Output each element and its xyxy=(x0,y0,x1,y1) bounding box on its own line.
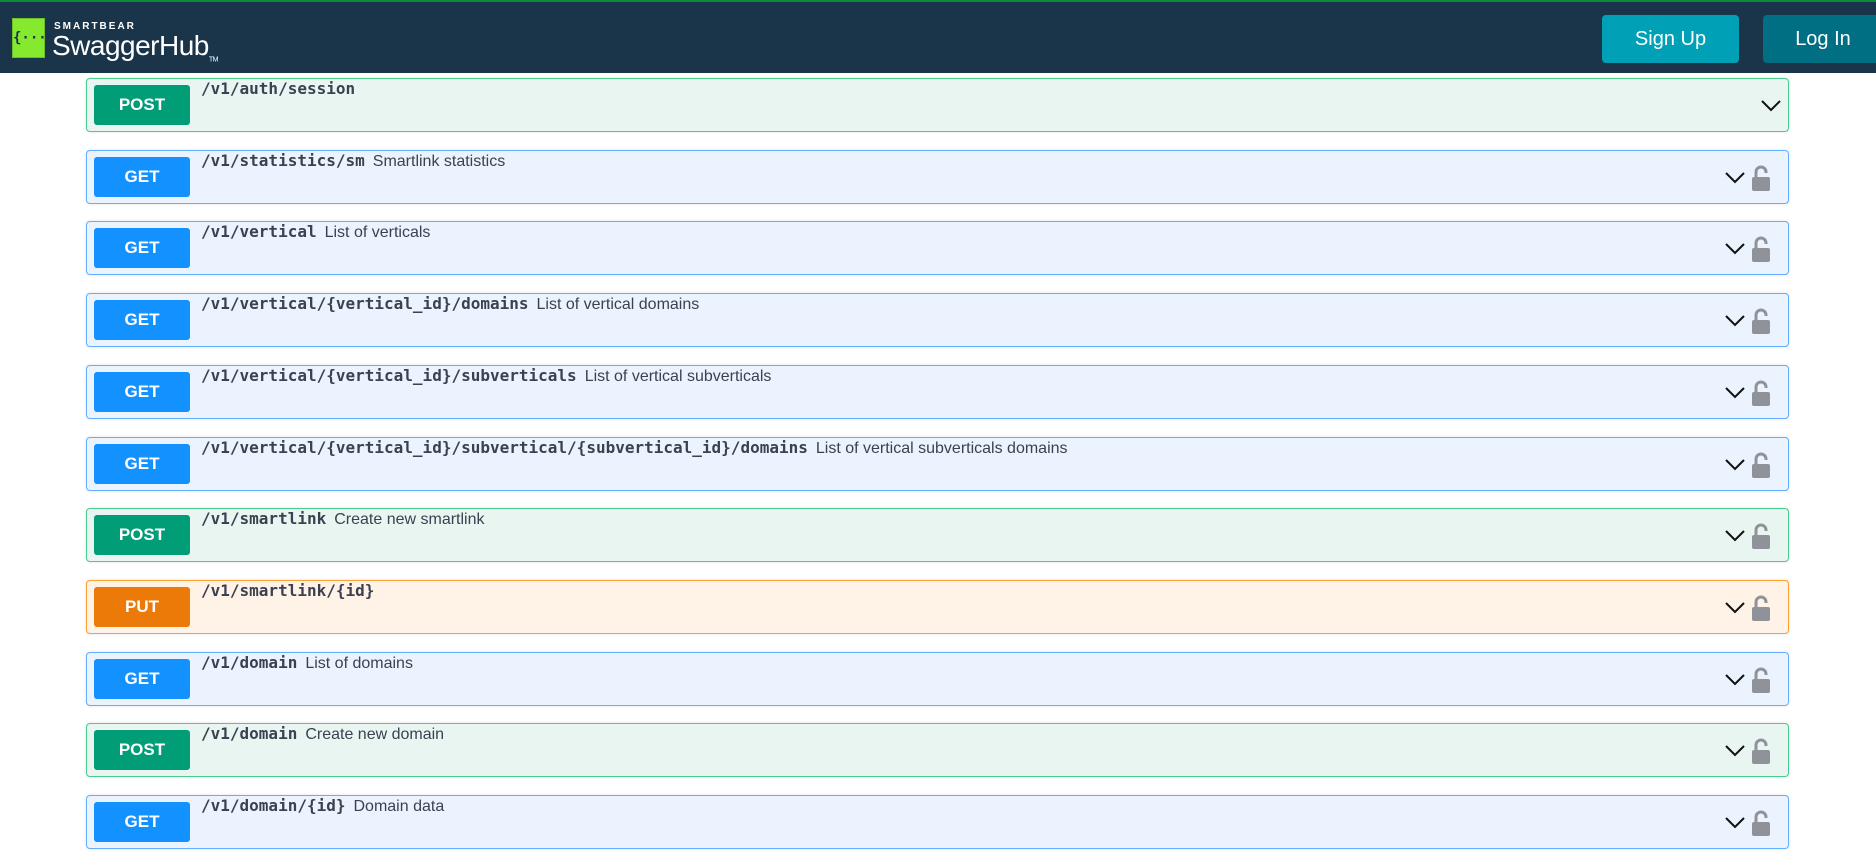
chevron-down-icon[interactable] xyxy=(1724,812,1746,832)
operation-summary[interactable]: /v1/vertical/{vertical_id}/domains List o… xyxy=(201,294,699,314)
operation-summary[interactable]: /v1/domain/{id} Domain data xyxy=(201,796,444,816)
operation-post[interactable]: POST /v1/domain Create new domain xyxy=(86,723,1789,778)
operation-put[interactable]: PUT /v1/smartlink/{id} xyxy=(86,579,1789,634)
operation-path: /v1/vertical/{vertical_id}/domains xyxy=(201,294,529,314)
operation-summary[interactable]: /v1/vertical List of verticals xyxy=(201,222,430,242)
operation-get[interactable]: GET /v1/vertical/{vertical_id}/subvertic… xyxy=(86,436,1789,491)
chevron-down-icon[interactable] xyxy=(1724,597,1746,617)
operation-path: /v1/vertical/{vertical_id}/subverticals xyxy=(201,365,577,385)
method-badge: GET xyxy=(94,300,190,341)
method-badge: GET xyxy=(94,156,190,197)
operation-summary[interactable]: /v1/domain List of domains xyxy=(201,653,413,673)
brand-label: SwaggerHub xyxy=(52,30,209,61)
method-badge: PUT xyxy=(94,586,190,627)
operation-get[interactable]: GET /v1/domain List of domains xyxy=(86,651,1789,706)
operation-summary[interactable]: /v1/domain Create new domain xyxy=(201,724,444,744)
method-badge: GET xyxy=(94,658,190,699)
operation-summary[interactable]: /v1/vertical/{vertical_id}/subvertical/{… xyxy=(201,438,1068,458)
chevron-down-icon[interactable] xyxy=(1724,167,1746,187)
unlocked-padlock-icon[interactable] xyxy=(1751,165,1771,191)
operation-post[interactable]: POST /v1/smartlink Create new smartlink xyxy=(86,508,1789,563)
unlocked-padlock-icon[interactable] xyxy=(1751,452,1771,478)
method-badge: GET xyxy=(94,802,190,842)
chevron-down-icon[interactable] xyxy=(1724,454,1746,474)
operation-get[interactable]: GET /v1/statistics/sm Smartlink statistic… xyxy=(86,149,1789,204)
operation-get[interactable]: GET /v1/vertical List of verticals xyxy=(86,221,1789,276)
method-badge: POST xyxy=(94,515,190,556)
operation-path: /v1/domain/{id} xyxy=(201,796,346,815)
operation-post[interactable]: POST /v1/auth/session xyxy=(86,78,1789,132)
unlocked-padlock-icon[interactable] xyxy=(1751,738,1771,765)
swaggerhub-logo-icon[interactable]: {···} xyxy=(12,18,55,58)
method-badge: GET xyxy=(94,371,190,412)
operation-path: /v1/smartlink/{id} xyxy=(201,580,375,600)
operation-description: List of vertical domains xyxy=(536,296,700,314)
chevron-down-icon[interactable] xyxy=(1724,740,1746,760)
operation-get[interactable]: GET /v1/vertical/{vertical_id}/domains Li… xyxy=(86,293,1789,348)
chevron-down-icon[interactable] xyxy=(1724,669,1746,689)
operation-path: /v1/vertical/{vertical_id}/subvertical/{… xyxy=(201,437,808,457)
sign-up-button[interactable]: Sign Up xyxy=(1602,15,1739,63)
operation-description: Smartlink statistics xyxy=(372,152,506,170)
unlocked-padlock-icon[interactable] xyxy=(1751,667,1771,693)
operation-description: List of verticals xyxy=(324,224,431,242)
method-badge: GET xyxy=(94,228,190,269)
operation-description: List of domains xyxy=(305,654,413,672)
chevron-down-icon[interactable] xyxy=(1724,382,1746,402)
operation-summary[interactable]: /v1/statistics/sm Smartlink statistics xyxy=(201,151,505,171)
unlocked-padlock-icon[interactable] xyxy=(1751,523,1771,550)
operation-description: List of vertical subverticals domains xyxy=(815,439,1068,457)
operation-path: /v1/smartlink xyxy=(201,509,327,529)
chevron-down-icon[interactable] xyxy=(1760,95,1782,115)
operation-get[interactable]: GET /v1/domain/{id} Domain data xyxy=(86,795,1789,849)
operation-description: List of vertical subverticals xyxy=(584,367,772,385)
operation-summary[interactable]: /v1/vertical/{vertical_id}/subverticals L… xyxy=(201,366,771,386)
brand-name[interactable]: SwaggerHubTM xyxy=(52,30,218,64)
operation-path: /v1/vertical xyxy=(201,222,317,242)
method-badge: POST xyxy=(94,85,190,125)
operation-path: /v1/domain xyxy=(201,652,298,672)
operation-summary[interactable]: /v1/smartlink/{id} xyxy=(201,581,374,600)
operation-path: /v1/statistics/sm xyxy=(201,150,365,170)
trademark: TM xyxy=(208,56,219,64)
top-bar: {···} SMARTBEAR SwaggerHubTM Sign Up Log… xyxy=(0,0,1876,73)
operation-summary[interactable]: /v1/smartlink Create new smartlink xyxy=(201,509,485,529)
operation-description: Domain data xyxy=(353,798,445,815)
chevron-down-icon[interactable] xyxy=(1724,310,1746,330)
unlocked-padlock-icon[interactable] xyxy=(1751,595,1771,621)
unlocked-padlock-icon[interactable] xyxy=(1751,308,1771,335)
method-badge: POST xyxy=(94,730,190,771)
chevron-down-icon[interactable] xyxy=(1724,238,1746,258)
operation-description: Create new domain xyxy=(305,726,445,744)
unlocked-padlock-icon[interactable] xyxy=(1751,236,1771,263)
method-badge: GET xyxy=(94,443,190,484)
chevron-down-icon[interactable] xyxy=(1724,525,1746,545)
operation-path: /v1/auth/session xyxy=(201,79,356,98)
unlocked-padlock-icon[interactable] xyxy=(1751,810,1771,836)
operation-summary[interactable]: /v1/auth/session xyxy=(201,79,355,98)
log-in-button[interactable]: Log In xyxy=(1763,15,1876,63)
operation-description: Create new smartlink xyxy=(334,511,485,529)
operation-path: /v1/domain xyxy=(201,724,298,744)
unlocked-padlock-icon[interactable] xyxy=(1751,380,1771,406)
operation-get[interactable]: GET /v1/vertical/{vertical_id}/subvertic… xyxy=(86,364,1789,419)
